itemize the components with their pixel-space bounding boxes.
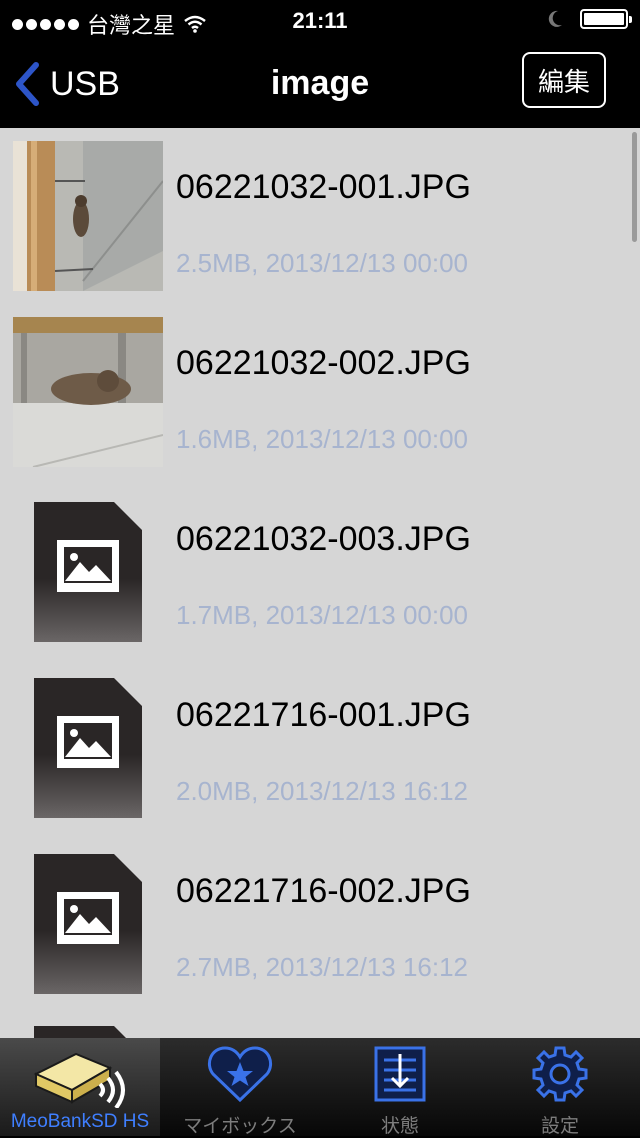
tab-label: MeoBankSD HS <box>10 1111 150 1132</box>
gear-icon <box>532 1046 588 1102</box>
tab-label: 状態 <box>380 1116 419 1137</box>
status-bar: 台灣之星 21:11 <box>0 0 640 40</box>
status-doc-icon <box>374 1046 426 1102</box>
file-row[interactable]: 06221716-002.JPG 2.7MB, 2013/12/13 16:12 <box>0 832 640 1008</box>
file-meta: 2.0MB, 2013/12/13 16:12 <box>176 776 469 806</box>
file-row[interactable]: 06221716-001.JPG 2.0MB, 2013/12/13 16:12 <box>0 656 640 832</box>
file-list[interactable]: 06221032-001.JPG 2.5MB, 2013/12/13 00:00… <box>0 128 640 1038</box>
file-meta: 1.7MB, 2013/12/13 00:00 <box>176 600 469 630</box>
edit-button[interactable]: 編集 <box>522 52 606 108</box>
tab-bar: MeoBankSD HS マイボックス 状態 設定 <box>0 1038 640 1137</box>
moon-icon <box>548 10 562 27</box>
file-name: 06221032-003.JPG <box>176 520 471 558</box>
file-name: 06221716-002.JPG <box>176 872 471 910</box>
photo-thumbnail <box>13 141 163 291</box>
tab-label: 設定 <box>540 1116 579 1137</box>
file-row[interactable]: 06221032-003.JPG 1.7MB, 2013/12/13 00:00 <box>0 480 640 656</box>
tab-mybox[interactable]: マイボックス <box>160 1038 320 1137</box>
image-file-icon <box>34 854 142 994</box>
tab-meobank[interactable]: MeoBankSD HS <box>0 1038 160 1136</box>
file-row[interactable]: 06221032-001.JPG 2.5MB, 2013/12/13 00:00 <box>0 128 640 304</box>
tab-settings[interactable]: 設定 <box>480 1038 640 1137</box>
file-name: 06221032-002.JPG <box>176 344 471 382</box>
file-name: 06221032-001.JPG <box>176 168 471 206</box>
photo-thumbnail <box>13 317 163 467</box>
tab-label: マイボックス <box>183 1116 297 1137</box>
heart-star-icon <box>208 1046 272 1103</box>
clock: 21:11 <box>292 8 348 33</box>
status-right <box>546 9 632 29</box>
file-row[interactable]: 06221032-002.JPG 1.6MB, 2013/12/13 00:00 <box>0 304 640 480</box>
tab-status[interactable]: 状態 <box>320 1038 480 1137</box>
file-meta: 1.6MB, 2013/12/13 00:00 <box>176 424 469 454</box>
battery-level <box>584 13 624 25</box>
battery-icon <box>580 9 632 29</box>
file-meta: 2.7MB, 2013/12/13 16:12 <box>176 952 469 982</box>
file-name: 06221716-001.JPG <box>176 696 471 734</box>
image-file-icon <box>34 502 142 642</box>
file-row[interactable] <box>0 1008 640 1038</box>
image-file-icon <box>34 678 142 818</box>
device-wifi-icon <box>33 1052 125 1108</box>
file-meta: 2.5MB, 2013/12/13 00:00 <box>176 248 469 278</box>
navigation-bar: USB image 編集 <box>0 40 640 128</box>
image-file-icon <box>34 1026 126 1038</box>
